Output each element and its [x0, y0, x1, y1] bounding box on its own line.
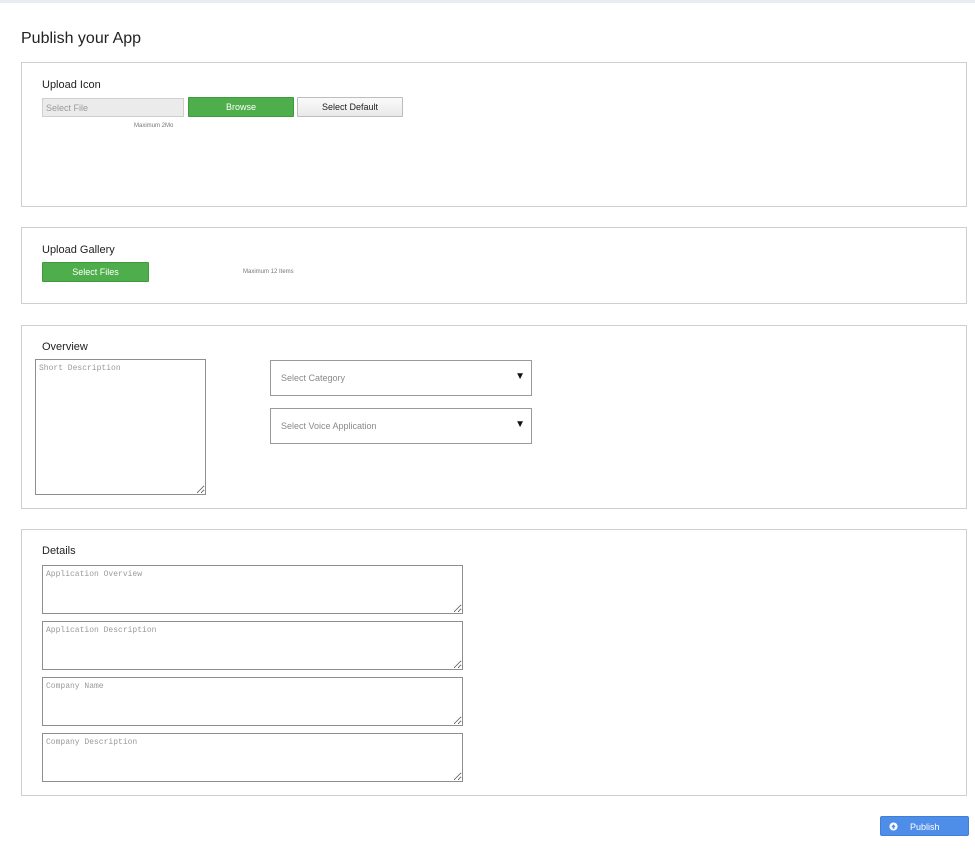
gallery-limit-hint: Maximum 12 Items [243, 269, 294, 275]
select-default-button[interactable]: Select Default [297, 97, 403, 117]
upload-gallery-title: Upload Gallery [42, 244, 115, 256]
publish-label: Publish [910, 822, 940, 832]
voice-application-select[interactable]: Select Voice Application ▼ [270, 408, 532, 444]
upload-gallery-panel: Upload Gallery Select Files Maximum 12 I… [21, 227, 967, 304]
upload-cloud-icon [889, 822, 898, 831]
top-strip [0, 0, 975, 3]
overview-panel: Overview Select Category ▼ Select Voice … [21, 325, 967, 509]
details-title: Details [42, 545, 76, 557]
icon-size-hint: Maximum 2Mo [134, 123, 174, 129]
dropdown-arrow-icon: ▼ [515, 371, 525, 382]
select-files-button[interactable]: Select Files [42, 262, 149, 282]
page-title: Publish your App [21, 30, 142, 47]
voice-select-value: Select Voice Application [281, 421, 377, 431]
publish-button[interactable]: Publish [880, 816, 969, 836]
dropdown-arrow-icon: ▼ [515, 419, 525, 430]
details-panel: Details [21, 529, 967, 796]
upload-icon-panel: Upload Icon Browse Select Default Maximu… [21, 62, 967, 207]
short-description-input[interactable] [35, 359, 206, 495]
overview-title: Overview [42, 341, 88, 353]
application-overview-input[interactable] [42, 565, 463, 614]
browse-button[interactable]: Browse [188, 97, 294, 117]
category-select-value: Select Category [281, 373, 346, 383]
category-select[interactable]: Select Category ▼ [270, 360, 532, 396]
upload-icon-title: Upload Icon [42, 79, 101, 91]
company-description-input[interactable] [42, 733, 463, 782]
company-name-input[interactable] [42, 677, 463, 726]
icon-file-input[interactable] [42, 98, 184, 117]
application-description-input[interactable] [42, 621, 463, 670]
